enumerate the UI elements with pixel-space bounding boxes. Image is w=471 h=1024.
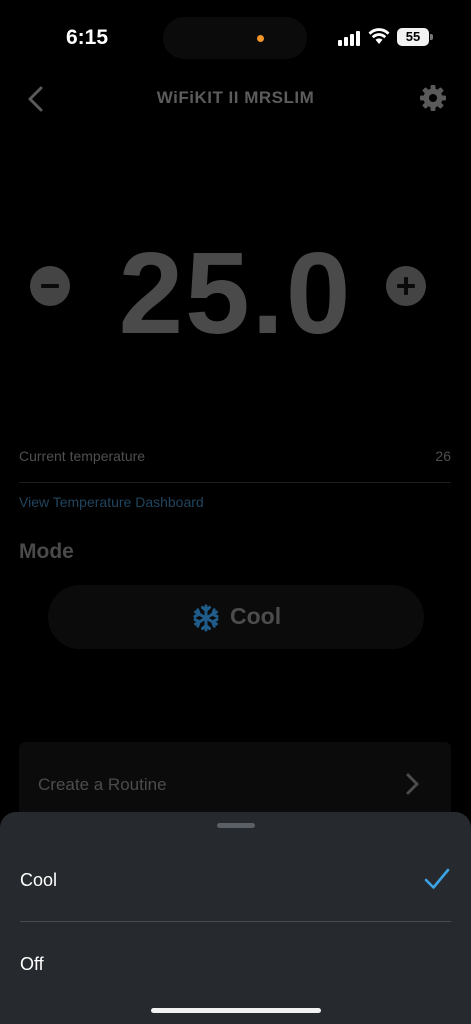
current-temperature-label: Current temperature bbox=[19, 448, 146, 464]
option-cool[interactable]: Cool bbox=[0, 842, 471, 920]
sheet-grabber[interactable] bbox=[217, 823, 255, 828]
option-off[interactable]: Off bbox=[0, 924, 471, 1004]
home-indicator[interactable] bbox=[151, 1008, 321, 1013]
cellular-signal-icon bbox=[338, 30, 362, 46]
page-title: WiFiKIT II MRSLIM bbox=[156, 88, 315, 107]
mode-selector-button[interactable]: Cool bbox=[48, 585, 424, 649]
mode-heading: Mode bbox=[19, 540, 74, 563]
create-routine-label: Create a Routine bbox=[38, 775, 167, 794]
mode-options-sheet: Cool Off bbox=[0, 812, 471, 1024]
battery-icon: 55 bbox=[397, 28, 429, 46]
battery-tip bbox=[430, 34, 433, 40]
dynamic-island bbox=[163, 17, 307, 59]
current-temperature-value: 26 bbox=[435, 448, 451, 464]
option-cool-label: Cool bbox=[20, 870, 58, 890]
chevron-right-icon bbox=[406, 773, 419, 795]
snowflake-icon bbox=[193, 604, 219, 632]
sheet-divider bbox=[20, 921, 451, 922]
wifi-icon bbox=[368, 28, 390, 44]
increase-temperature-button[interactable] bbox=[386, 266, 426, 306]
view-temperature-dashboard-link[interactable]: View Temperature Dashboard bbox=[19, 494, 204, 510]
privacy-indicator-dot bbox=[257, 35, 264, 42]
checkmark-icon bbox=[424, 868, 450, 889]
option-off-label: Off bbox=[20, 954, 44, 974]
status-time: 6:15 bbox=[66, 26, 109, 49]
settings-button[interactable] bbox=[419, 84, 447, 112]
mode-selected-label: Cool bbox=[230, 603, 282, 629]
status-bar: 6:15 55 bbox=[0, 0, 471, 76]
divider bbox=[19, 482, 451, 483]
